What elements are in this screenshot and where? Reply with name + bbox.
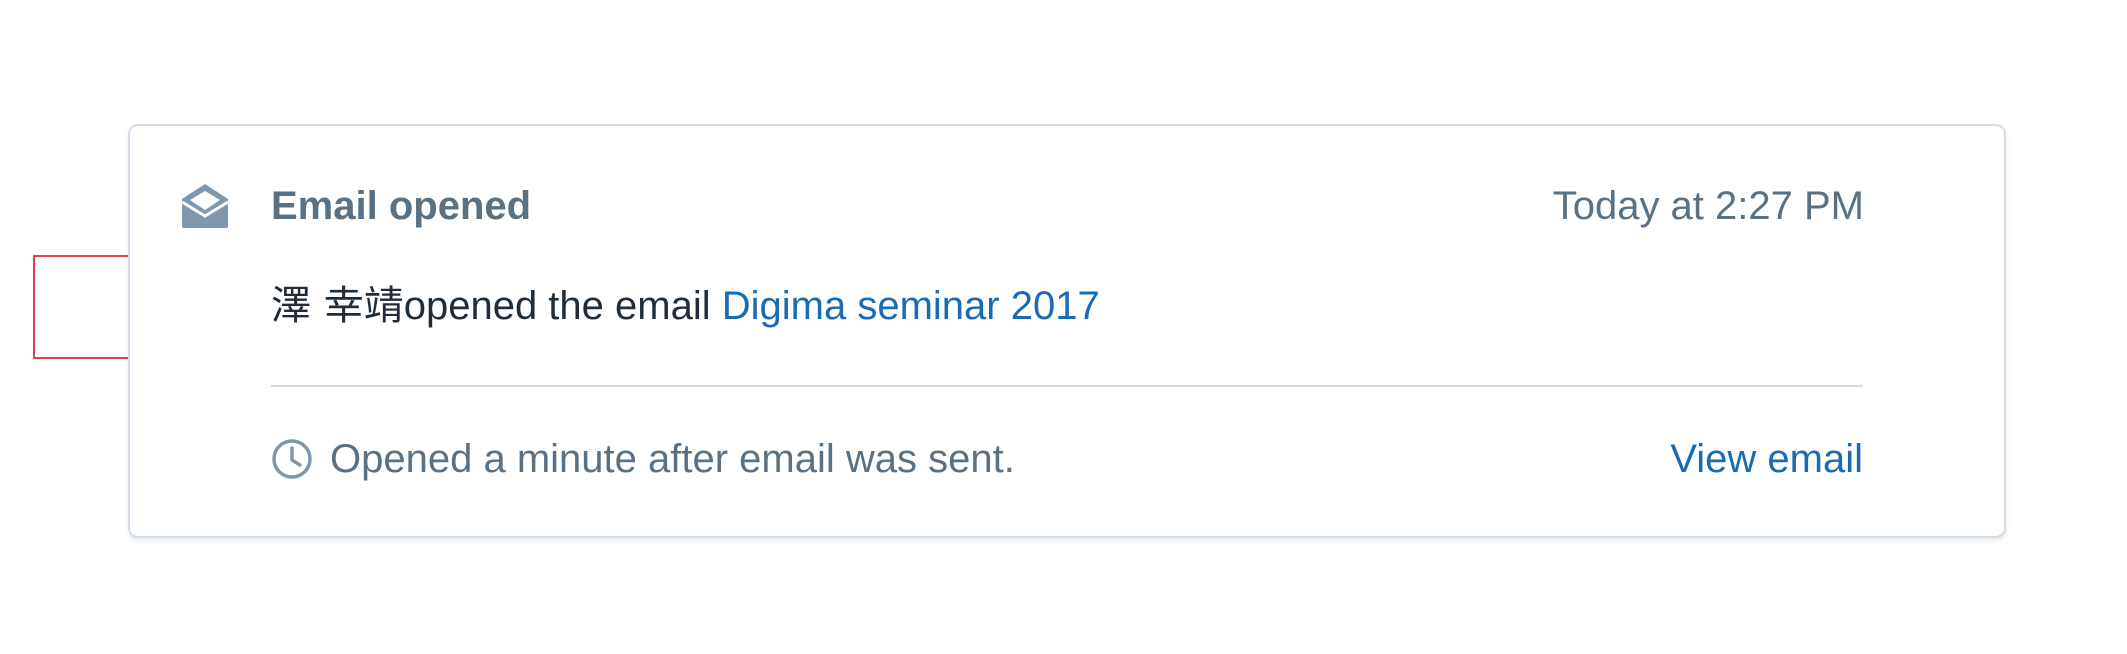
action-text: opened the email xyxy=(403,284,722,328)
activity-description: 澤 幸靖opened the email Digima seminar 2017 xyxy=(271,280,1100,332)
view-email-link[interactable]: View email xyxy=(1670,433,1863,485)
activity-timestamp: Today at 2:27 PM xyxy=(1552,184,1864,228)
envelope-open-icon xyxy=(181,184,229,228)
page: Email opened Today at 2:27 PM 澤 幸靖opened… xyxy=(0,0,2127,654)
contact-name: 澤 幸靖 xyxy=(271,283,404,329)
email-subject-link[interactable]: Digima seminar 2017 xyxy=(722,284,1100,328)
clock-icon xyxy=(272,439,312,479)
open-delay-text: Opened a minute after email was sent. xyxy=(330,437,1015,481)
divider xyxy=(271,385,1863,387)
activity-title: Email opened xyxy=(271,184,532,228)
